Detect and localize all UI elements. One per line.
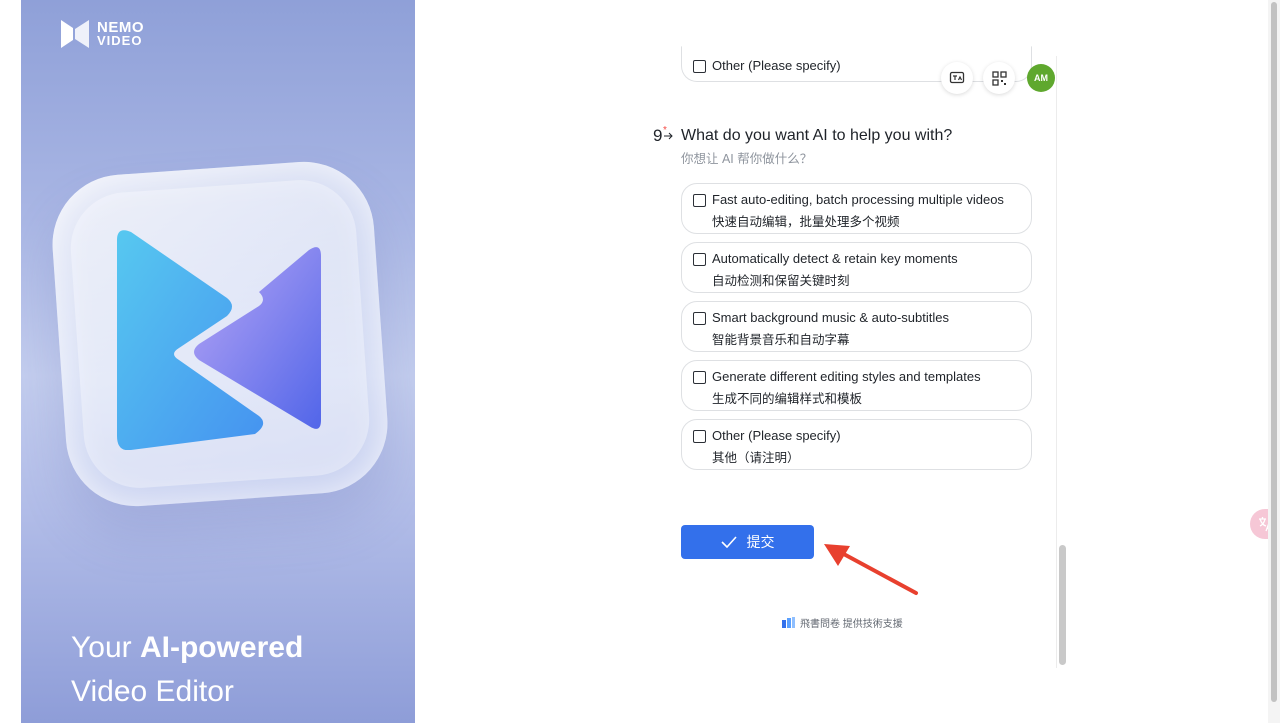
footer-credit: 飛書問卷 提供技術支援 [782,615,903,630]
checkbox[interactable] [693,430,706,443]
form-scrollbar-thumb[interactable] [1059,545,1066,665]
option-label-en: Generate different editing styles and te… [712,369,981,384]
user-avatar[interactable]: AM [1027,64,1055,92]
play-logo-illustration [117,230,321,450]
checkbox[interactable] [693,60,706,73]
checkbox[interactable] [693,312,706,325]
question-title: What do you want AI to help you with? [681,127,953,144]
annotation-arrow-icon [824,544,918,595]
prev-option-other[interactable]: Other (Please specify) [681,46,1032,82]
hero-tagline: Your AI-powered Video Editor [71,631,304,708]
option-label-zh: 智能背景音乐和自动字幕 [712,333,850,347]
page-scrollbar-thumb[interactable] [1271,2,1277,702]
option-smart-music-subtitles[interactable]: Smart background music & auto-subtitles … [681,301,1032,352]
checkbox[interactable] [693,194,706,207]
nemo-logo-icon [61,20,89,48]
question-subtitle: 你想让 AI 帮你做什么？ [681,152,813,166]
option-label-en: Smart background music & auto-subtitles [712,310,949,325]
left-gutter [0,0,21,723]
checkbox[interactable] [693,371,706,384]
option-label-zh: 快速自动编辑，批量处理多个视频 [712,215,900,229]
submit-button[interactable]: 提交 [681,525,814,559]
option-label-zh: 生成不同的编辑样式和模板 [712,392,863,406]
nemo-logo-text: NEMO VIDEO [97,19,144,48]
nemo-logo: NEMO VIDEO [59,18,144,50]
option-label-en: Other (Please specify) [712,428,841,443]
option-label-zh: 其他（请注明） [712,451,800,465]
hero-panel: NEMO VIDEO Your AI-powered Video Editor [21,0,415,723]
option-other[interactable]: Other (Please specify) 其他（请注明） [681,419,1032,470]
option-editing-styles-templates[interactable]: Generate different editing styles and te… [681,360,1032,411]
qr-code-button[interactable] [983,62,1015,94]
footer-text: 飛書問卷 提供技術支援 [800,619,903,630]
submit-label: 提交 [746,534,775,550]
translate-doc-icon [949,71,965,84]
feishu-survey-logo-icon [782,617,795,628]
checkbox[interactable] [693,253,706,266]
option-detect-key-moments[interactable]: Automatically detect & retain key moment… [681,242,1032,293]
jump-arrow-icon [664,132,673,140]
qr-code-icon [991,70,1007,86]
check-icon [720,536,737,548]
option-label-en: Automatically detect & retain key moment… [712,251,958,266]
option-label-en: Other (Please specify) [712,58,841,73]
translate-doc-button[interactable] [941,62,973,94]
option-fast-auto-editing[interactable]: Fast auto-editing, batch processing mult… [681,183,1032,234]
question-number: 9 [653,126,663,145]
option-label-zh: 自动检测和保留关键时刻 [712,274,850,288]
option-label-en: Fast auto-editing, batch processing mult… [712,192,1004,207]
